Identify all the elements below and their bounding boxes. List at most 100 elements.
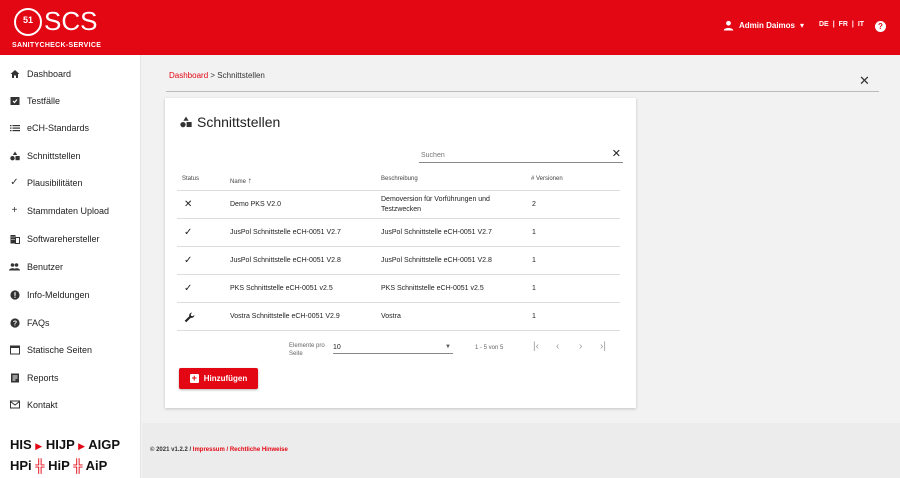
sidebar-item-dashboard[interactable]: Dashboard: [0, 60, 141, 87]
row-description: PKS Schnittstelle eCH-0051 v2.5: [381, 285, 484, 292]
check-icon: ✓: [184, 227, 193, 238]
cross-icon: ╬: [35, 458, 45, 473]
lang-separator: |: [851, 21, 854, 28]
user-name: Admin Daimos: [739, 21, 796, 30]
sidebar-item-label: Stammdaten Upload: [27, 205, 110, 216]
column-header-versions[interactable]: # Versionen: [531, 176, 563, 182]
prev-page-button[interactable]: ‹: [556, 341, 559, 352]
row-description: JusPol Schnittstelle eCH-0051 V2.7: [381, 229, 492, 236]
brand-aigp: AIGP: [88, 437, 120, 452]
per-page-label: Elemente pro Seite: [289, 343, 325, 357]
mail-icon: [9, 399, 20, 410]
sidebar-item-info-meldungen[interactable]: Info-Meldungen: [0, 281, 141, 308]
check-icon: ✓: [10, 177, 19, 188]
next-page-button[interactable]: ›: [579, 341, 582, 352]
breadcrumb-link-dashboard[interactable]: Dashboard: [169, 71, 208, 80]
sidebar-item-reports[interactable]: Reports: [0, 364, 141, 391]
row-name: PKS Schnittstelle eCH-0051 v2.5: [230, 285, 333, 292]
lang-separator: |: [832, 21, 835, 28]
app-logo[interactable]: 51 SCS SANITYCHECK-SERVICE: [10, 6, 130, 50]
table-row[interactable]: ✓ JusPol Schnittstelle eCH-0051 V2.8 Jus…: [177, 247, 620, 275]
sidebar-item-stammdaten-upload[interactable]: + Stammdaten Upload: [0, 197, 141, 224]
check-icon: ✓: [184, 255, 193, 266]
sidebar-item-ech-standards[interactable]: eCH-Standards: [0, 114, 141, 141]
sidebar-item-label: FAQs: [27, 317, 50, 328]
logo-badge: 51: [14, 8, 42, 36]
lang-it[interactable]: IT: [858, 21, 864, 28]
sidebar-item-label: Schnittstellen: [27, 150, 81, 161]
row-description: Demoversion für Vorführungen und Testzwe…: [381, 196, 490, 213]
clear-search-icon[interactable]: ✕: [612, 147, 621, 160]
brand-row-2: HPi ╬ HiP ╬ AiP: [10, 456, 120, 476]
sidebar-item-schnittstellen[interactable]: Schnittstellen: [0, 142, 141, 169]
sidebar-item-label: Kontakt: [27, 399, 58, 410]
page-title: Schnittstellen: [180, 114, 280, 130]
close-icon[interactable]: ✕: [859, 73, 870, 89]
sidebar-item-softwarehersteller[interactable]: Softwarehersteller: [0, 225, 141, 252]
search-input[interactable]: [421, 149, 601, 162]
add-button-label: Hinzufügen: [203, 374, 248, 383]
divider: [166, 91, 879, 92]
impressum-link[interactable]: Impressum: [193, 447, 225, 453]
legal-link[interactable]: Rechtliche Hinweise: [230, 447, 288, 453]
lang-de[interactable]: DE: [819, 21, 829, 28]
brand-row-1: HIS ▶ HIJP ▶ AIGP: [10, 435, 120, 456]
row-name: Demo PKS V2.0: [230, 201, 281, 208]
first-page-button[interactable]: |‹: [533, 341, 539, 352]
table-row[interactable]: Vostra Schnittstelle eCH-0051 V2.9 Vostr…: [177, 303, 620, 331]
users-icon: [9, 261, 20, 272]
check-icon: ✓: [184, 283, 193, 294]
sidebar-item-testfaelle[interactable]: Testfälle: [0, 87, 141, 114]
row-name: Vostra Schnittstelle eCH-0051 V2.9: [230, 313, 340, 320]
breadcrumb-separator: >: [210, 71, 216, 80]
triangle-icon: ▶: [35, 441, 43, 451]
row-versions: 1: [532, 257, 536, 264]
sidebar-item-statische-seiten[interactable]: Statische Seiten: [0, 336, 141, 363]
triangle-icon: ▶: [78, 441, 86, 451]
user-menu[interactable]: Admin Daimos ▾: [723, 20, 804, 31]
per-page-select[interactable]: 10 ▼: [333, 344, 453, 354]
sidebar-item-kontakt[interactable]: Kontakt: [0, 391, 141, 418]
sidebar-item-label: eCH-Standards: [27, 122, 90, 133]
row-versions: 1: [532, 229, 536, 236]
help-icon[interactable]: ?: [875, 21, 886, 32]
table-row[interactable]: ✓ JusPol Schnittstelle eCH-0051 V2.7 Jus…: [177, 219, 620, 247]
paginator: Elemente pro Seite 10 ▼ 1 - 5 von 5 |‹ ‹…: [165, 338, 636, 358]
column-header-name[interactable]: Name ↑: [230, 176, 252, 185]
alert-icon: [9, 289, 20, 300]
footer-text: © 2021 v1.2.2 / Impressum / Rechtliche H…: [150, 447, 288, 453]
search-field: ✕: [419, 147, 623, 163]
list-icon: [9, 122, 20, 133]
interfaces-icon: [9, 150, 20, 161]
sidebar-item-plausibilitaeten[interactable]: ✓ Plausibilitäten: [0, 169, 141, 196]
test-case-icon: [9, 95, 20, 106]
logo-subtitle: SANITYCHECK-SERVICE: [12, 42, 102, 49]
svg-text:?: ?: [12, 320, 16, 327]
column-header-status[interactable]: Status: [182, 176, 199, 182]
row-description: Vostra: [381, 313, 401, 320]
breadcrumb-current: Schnittstellen: [217, 71, 265, 80]
plus-icon: +: [189, 373, 199, 383]
brand-aip: AiP: [85, 458, 108, 473]
language-switcher: DE | FR | IT: [819, 21, 866, 28]
add-interface-button[interactable]: + Hinzufügen: [179, 368, 258, 389]
row-versions: 2: [532, 201, 536, 208]
table-row[interactable]: ✓ PKS Schnittstelle eCH-0051 v2.5 PKS Sc…: [177, 275, 620, 303]
row-name: JusPol Schnittstelle eCH-0051 V2.8: [230, 257, 341, 264]
report-icon: [9, 372, 20, 383]
plus-icon: +: [11, 205, 18, 216]
row-versions: 1: [532, 313, 536, 320]
last-page-button[interactable]: ›|: [600, 341, 606, 352]
table-row[interactable]: ✕ Demo PKS V2.0 Demoversion für Vorführu…: [177, 191, 620, 219]
page-range: 1 - 5 von 5: [475, 345, 504, 351]
card-title-text: Schnittstellen: [197, 114, 281, 130]
column-header-description[interactable]: Beschreibung: [381, 176, 418, 182]
sidebar-item-faqs[interactable]: ? FAQs: [0, 309, 141, 336]
sidebar-item-label: Benutzer: [27, 261, 64, 272]
lang-fr[interactable]: FR: [839, 21, 848, 28]
sidebar-item-benutzer[interactable]: Benutzer: [0, 253, 141, 280]
sidebar-item-label: Plausibilitäten: [27, 177, 83, 188]
brand-hip: HiP: [48, 458, 70, 473]
row-name: JusPol Schnittstelle eCH-0051 V2.7: [230, 229, 341, 236]
interfaces-icon: [180, 116, 192, 128]
